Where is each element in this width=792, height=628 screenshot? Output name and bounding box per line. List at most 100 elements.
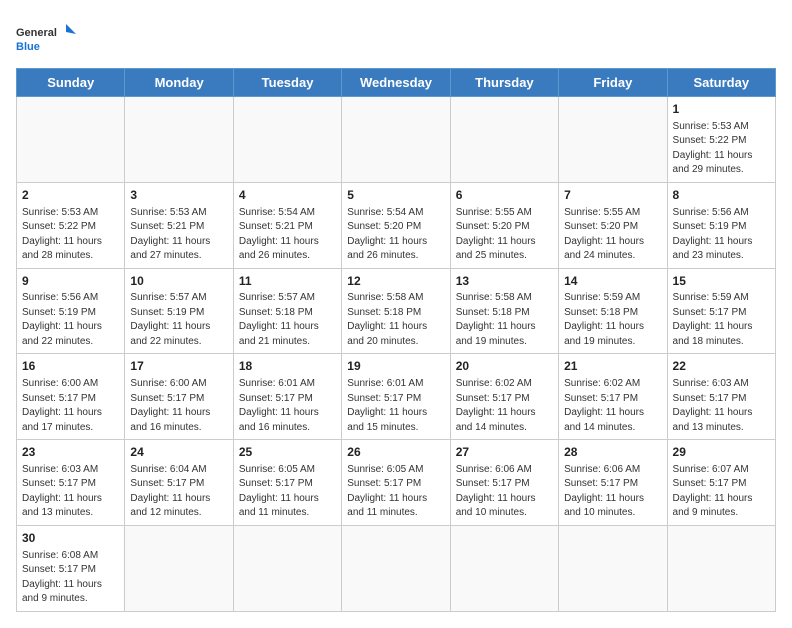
calendar-day-cell bbox=[342, 97, 450, 183]
day-number: 24 bbox=[130, 444, 227, 461]
day-info: Sunrise: 5:59 AM Sunset: 5:17 PM Dayligh… bbox=[673, 291, 770, 349]
day-info: Sunrise: 5:56 AM Sunset: 5:19 PM Dayligh… bbox=[22, 291, 119, 349]
day-number: 17 bbox=[130, 358, 227, 375]
calendar-week-row: 16 Sunrise: 6:00 AM Sunset: 5:17 PM Dayli… bbox=[17, 354, 776, 440]
day-of-week-header: Tuesday bbox=[233, 69, 341, 97]
day-number: 30 bbox=[22, 530, 119, 547]
day-number: 18 bbox=[239, 358, 336, 375]
day-info: Sunrise: 5:57 AM Sunset: 5:18 PM Dayligh… bbox=[239, 291, 336, 349]
calendar-day-cell: 12Sunrise: 5:58 AM Sunset: 5:18 PM Dayli… bbox=[342, 268, 450, 354]
calendar-day-cell: 23 Sunrise: 6:03 AM Sunset: 5:17 PM Dayli… bbox=[17, 440, 125, 526]
day-info: Sunrise: 5:59 AM Sunset: 5:18 PM Dayligh… bbox=[564, 291, 661, 349]
day-info: Sunrise: 5:53 AM Sunset: 5:22 PM Dayligh… bbox=[673, 120, 770, 178]
day-number: 9 bbox=[22, 273, 119, 290]
day-number: 6 bbox=[456, 187, 553, 204]
calendar-day-cell: 1 Sunrise: 5:53 AM Sunset: 5:22 PM Daylig… bbox=[667, 97, 775, 183]
day-number: 15 bbox=[673, 273, 770, 290]
day-number: 19 bbox=[347, 358, 444, 375]
day-info: Sunrise: 5:57 AM Sunset: 5:19 PM Dayligh… bbox=[130, 291, 227, 349]
day-number: 2 bbox=[22, 187, 119, 204]
calendar-table: SundayMondayTuesdayWednesdayThursdayFrid… bbox=[16, 68, 776, 612]
calendar-day-cell: 18 Sunrise: 6:01 AM Sunset: 5:17 PM Dayli… bbox=[233, 354, 341, 440]
logo-svg: General Blue bbox=[16, 20, 76, 60]
day-info: Sunrise: 6:08 AM Sunset: 5:17 PM Dayligh… bbox=[22, 549, 119, 607]
day-number: 26 bbox=[347, 444, 444, 461]
day-info: Sunrise: 5:58 AM Sunset: 5:18 PM Dayligh… bbox=[347, 291, 444, 349]
day-info: Sunrise: 6:05 AM Sunset: 5:17 PM Dayligh… bbox=[239, 463, 336, 521]
calendar-day-cell: 26 Sunrise: 6:05 AM Sunset: 5:17 PM Dayli… bbox=[342, 440, 450, 526]
calendar-day-cell: 3Sunrise: 5:53 AM Sunset: 5:21 PM Daylig… bbox=[125, 182, 233, 268]
calendar-day-cell bbox=[125, 97, 233, 183]
day-number: 12 bbox=[347, 273, 444, 290]
calendar-day-cell bbox=[559, 97, 667, 183]
day-number: 4 bbox=[239, 187, 336, 204]
day-number: 28 bbox=[564, 444, 661, 461]
day-info: Sunrise: 6:06 AM Sunset: 5:17 PM Dayligh… bbox=[564, 463, 661, 521]
day-of-week-header: Sunday bbox=[17, 69, 125, 97]
calendar-day-cell: 22Sunrise: 6:03 AM Sunset: 5:17 PM Dayli… bbox=[667, 354, 775, 440]
calendar-day-cell: 7Sunrise: 5:55 AM Sunset: 5:20 PM Daylig… bbox=[559, 182, 667, 268]
day-number: 21 bbox=[564, 358, 661, 375]
day-info: Sunrise: 6:00 AM Sunset: 5:17 PM Dayligh… bbox=[22, 377, 119, 435]
day-info: Sunrise: 6:02 AM Sunset: 5:17 PM Dayligh… bbox=[564, 377, 661, 435]
svg-text:Blue: Blue bbox=[16, 41, 40, 53]
day-info: Sunrise: 5:54 AM Sunset: 5:20 PM Dayligh… bbox=[347, 206, 444, 264]
day-number: 7 bbox=[564, 187, 661, 204]
day-info: Sunrise: 6:05 AM Sunset: 5:17 PM Dayligh… bbox=[347, 463, 444, 521]
day-of-week-header: Thursday bbox=[450, 69, 558, 97]
calendar-day-cell: 17 Sunrise: 6:00 AM Sunset: 5:17 PM Dayli… bbox=[125, 354, 233, 440]
calendar-day-cell: 16 Sunrise: 6:00 AM Sunset: 5:17 PM Dayli… bbox=[17, 354, 125, 440]
calendar-day-cell bbox=[450, 97, 558, 183]
day-number: 20 bbox=[456, 358, 553, 375]
day-number: 29 bbox=[673, 444, 770, 461]
day-info: Sunrise: 6:06 AM Sunset: 5:17 PM Dayligh… bbox=[456, 463, 553, 521]
svg-text:General: General bbox=[16, 27, 57, 39]
calendar-day-cell: 19 Sunrise: 6:01 AM Sunset: 5:17 PM Dayli… bbox=[342, 354, 450, 440]
day-info: Sunrise: 6:03 AM Sunset: 5:17 PM Dayligh… bbox=[22, 463, 119, 521]
day-info: Sunrise: 6:04 AM Sunset: 5:17 PM Dayligh… bbox=[130, 463, 227, 521]
day-number: 25 bbox=[239, 444, 336, 461]
calendar-day-cell: 4 Sunrise: 5:54 AM Sunset: 5:21 PM Daylig… bbox=[233, 182, 341, 268]
day-info: Sunrise: 5:53 AM Sunset: 5:22 PM Dayligh… bbox=[22, 206, 119, 264]
day-number: 22 bbox=[673, 358, 770, 375]
day-number: 3 bbox=[130, 187, 227, 204]
calendar-week-row: 30 Sunrise: 6:08 AM Sunset: 5:17 PM Dayli… bbox=[17, 525, 776, 611]
calendar-day-cell: 27 Sunrise: 6:06 AM Sunset: 5:17 PM Dayli… bbox=[450, 440, 558, 526]
day-of-week-header: Friday bbox=[559, 69, 667, 97]
day-number: 8 bbox=[673, 187, 770, 204]
day-of-week-header: Saturday bbox=[667, 69, 775, 97]
calendar-week-row: 2 Sunrise: 5:53 AM Sunset: 5:22 PM Daylig… bbox=[17, 182, 776, 268]
logo: General Blue bbox=[16, 16, 76, 60]
calendar-day-cell: 9Sunrise: 5:56 AM Sunset: 5:19 PM Daylig… bbox=[17, 268, 125, 354]
calendar-header-row: SundayMondayTuesdayWednesdayThursdayFrid… bbox=[17, 69, 776, 97]
calendar-day-cell: 24 Sunrise: 6:04 AM Sunset: 5:17 PM Dayli… bbox=[125, 440, 233, 526]
day-of-week-header: Monday bbox=[125, 69, 233, 97]
day-info: Sunrise: 6:01 AM Sunset: 5:17 PM Dayligh… bbox=[347, 377, 444, 435]
calendar-day-cell: 11Sunrise: 5:57 AM Sunset: 5:18 PM Dayli… bbox=[233, 268, 341, 354]
day-number: 1 bbox=[673, 101, 770, 118]
calendar-day-cell: 15Sunrise: 5:59 AM Sunset: 5:17 PM Dayli… bbox=[667, 268, 775, 354]
calendar-week-row: 23 Sunrise: 6:03 AM Sunset: 5:17 PM Dayli… bbox=[17, 440, 776, 526]
calendar-day-cell bbox=[233, 525, 341, 611]
calendar-day-cell bbox=[559, 525, 667, 611]
calendar-day-cell: 5 Sunrise: 5:54 AM Sunset: 5:20 PM Daylig… bbox=[342, 182, 450, 268]
day-info: Sunrise: 6:01 AM Sunset: 5:17 PM Dayligh… bbox=[239, 377, 336, 435]
day-number: 5 bbox=[347, 187, 444, 204]
calendar-week-row: 1 Sunrise: 5:53 AM Sunset: 5:22 PM Daylig… bbox=[17, 97, 776, 183]
calendar-day-cell bbox=[342, 525, 450, 611]
calendar-day-cell: 21 Sunrise: 6:02 AM Sunset: 5:17 PM Dayli… bbox=[559, 354, 667, 440]
calendar-day-cell bbox=[17, 97, 125, 183]
day-number: 11 bbox=[239, 273, 336, 290]
day-number: 23 bbox=[22, 444, 119, 461]
day-info: Sunrise: 5:54 AM Sunset: 5:21 PM Dayligh… bbox=[239, 206, 336, 264]
calendar-day-cell: 13Sunrise: 5:58 AM Sunset: 5:18 PM Dayli… bbox=[450, 268, 558, 354]
day-info: Sunrise: 6:00 AM Sunset: 5:17 PM Dayligh… bbox=[130, 377, 227, 435]
page-header: General Blue bbox=[16, 16, 776, 60]
day-number: 16 bbox=[22, 358, 119, 375]
calendar-day-cell: 2 Sunrise: 5:53 AM Sunset: 5:22 PM Daylig… bbox=[17, 182, 125, 268]
day-number: 13 bbox=[456, 273, 553, 290]
day-info: Sunrise: 5:58 AM Sunset: 5:18 PM Dayligh… bbox=[456, 291, 553, 349]
calendar-day-cell: 25 Sunrise: 6:05 AM Sunset: 5:17 PM Dayli… bbox=[233, 440, 341, 526]
calendar-day-cell: 29Sunrise: 6:07 AM Sunset: 5:17 PM Dayli… bbox=[667, 440, 775, 526]
day-number: 27 bbox=[456, 444, 553, 461]
